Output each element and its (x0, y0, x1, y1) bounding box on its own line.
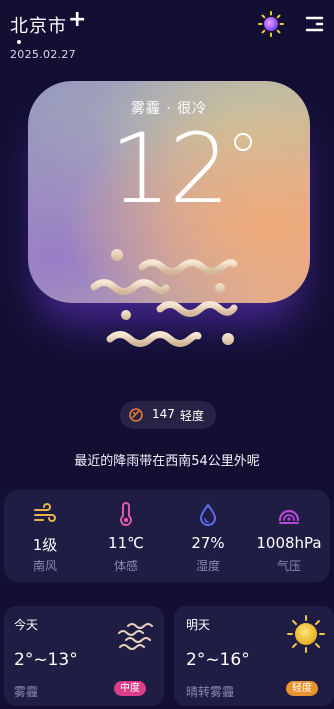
air-quality-icon (128, 407, 144, 423)
forecast-condition: 晴转雾霾 (186, 685, 235, 699)
pressure-label: 气压 (276, 559, 301, 573)
feels-like-label: 体感 (113, 559, 138, 573)
forecast-temp-range: 2°~13° (14, 650, 78, 670)
rain-message: 最近的降雨带在西南54公里外呢 (74, 454, 260, 469)
haze-icon (116, 620, 154, 650)
pressure-value: 1008hPa (256, 534, 322, 552)
forecast-condition: 雾霾 (14, 685, 39, 699)
theme-toggle-sun-icon[interactable] (258, 11, 284, 37)
sun-icon (286, 614, 326, 654)
menu-icon[interactable] (303, 14, 325, 34)
feels-like-value: 11℃ (108, 534, 144, 552)
humidity-value: 27% (191, 534, 225, 552)
haze-illustration-icon (80, 247, 260, 357)
humidity-label: 湿度 (195, 559, 220, 573)
date-label: 2025.02.27 (10, 48, 76, 61)
weather-stats-panel: 1级 南风 11℃ 体感 27% 湿度 1008hPa 气压 (4, 490, 330, 582)
add-city-button[interactable]: + (68, 7, 86, 32)
droplet-icon (195, 502, 221, 528)
stat-humidity[interactable]: 27% 湿度 (167, 490, 249, 582)
gauge-icon (276, 502, 302, 528)
wind-label: 南风 (32, 559, 57, 573)
forecast-temp-range: 2°~16° (186, 650, 250, 670)
page-indicator-dot (17, 40, 21, 44)
thermometer-icon (113, 502, 139, 528)
wind-value: 1级 (32, 536, 58, 554)
aqi-value: 147 (152, 407, 175, 421)
stat-wind[interactable]: 1级 南风 (4, 490, 86, 582)
forecast-day-label: 明天 (186, 618, 211, 632)
forecast-today-card[interactable]: 今天 2°~13° 雾霾 中度 (4, 606, 164, 706)
forecast-aqi-badge: 中度 (114, 681, 146, 696)
city-name[interactable]: 北京市 (10, 12, 67, 38)
stat-pressure[interactable]: 1008hPa 气压 (248, 490, 330, 582)
wind-icon (32, 502, 58, 528)
stat-feels-like[interactable]: 11℃ 体感 (85, 490, 167, 582)
current-temperature: 12 (109, 113, 230, 225)
forecast-day-label: 今天 (14, 618, 39, 632)
forecast-tomorrow-card[interactable]: 明天 2°~16° 晴转雾霾 轻度 (174, 606, 334, 706)
aqi-level: 轻度 (180, 409, 205, 423)
air-quality-pill[interactable]: 147 轻度 (120, 401, 216, 429)
degree-symbol (234, 133, 252, 151)
forecast-aqi-badge: 轻度 (286, 681, 318, 696)
